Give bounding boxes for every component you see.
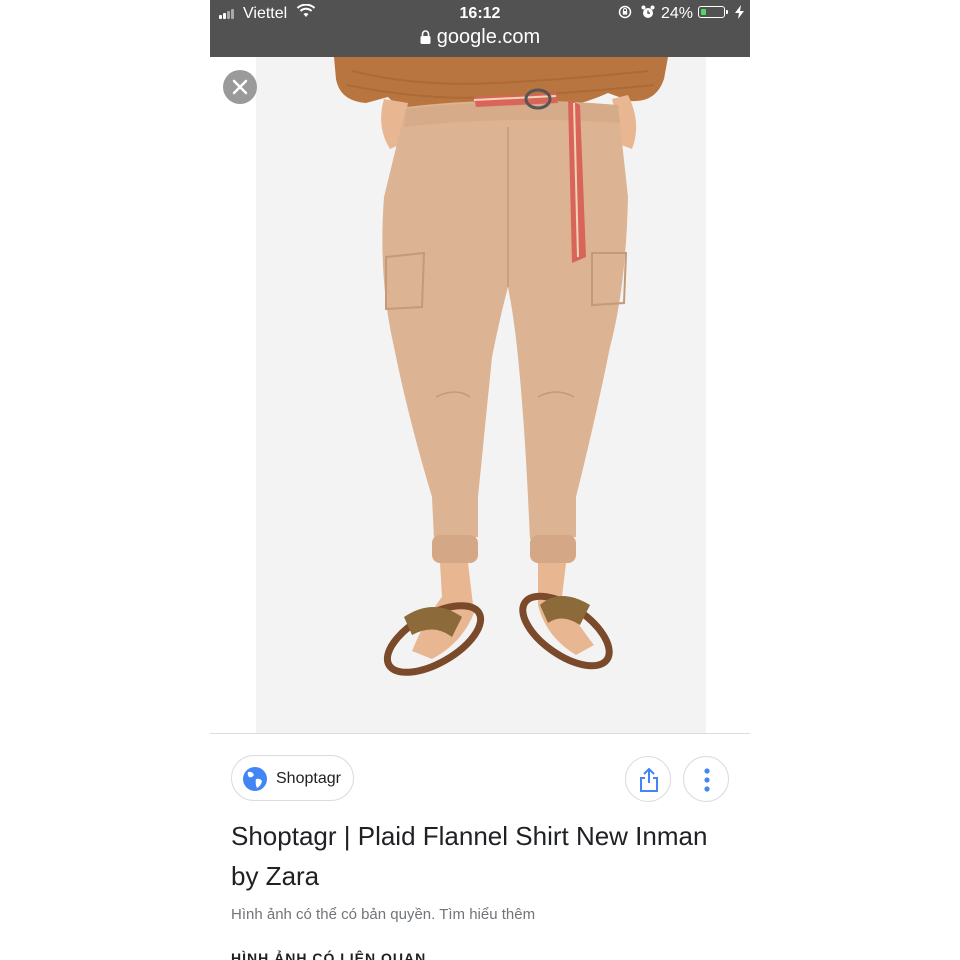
source-name: Shoptagr — [276, 770, 341, 787]
more-vert-icon — [704, 768, 710, 792]
result-title[interactable]: Shoptagr | Plaid Flannel Shirt New Inman… — [231, 816, 731, 896]
lock-icon — [420, 30, 431, 44]
related-images-heading: HÌNH ẢNH CÓ LIÊN QUAN — [231, 950, 427, 960]
more-options-button[interactable] — [683, 756, 729, 802]
phone-screen: Viettel 16:12 24% google.com Shoptagr Sh… — [210, 0, 750, 960]
browser-top-bar: Viettel 16:12 24% google.com — [210, 0, 750, 57]
share-icon — [640, 768, 658, 792]
status-bar: Viettel 16:12 24% — [210, 0, 750, 26]
product-photo[interactable] — [256, 57, 706, 733]
battery-percent: 24% — [661, 5, 694, 22]
rotation-lock-icon — [618, 5, 632, 19]
close-icon — [232, 79, 248, 95]
globe-icon — [243, 767, 267, 791]
alarm-icon — [641, 5, 655, 18]
divider — [210, 733, 750, 734]
source-chip[interactable]: Shoptagr — [231, 755, 354, 801]
copyright-notice[interactable]: Hình ảnh có thể có bản quyền. Tìm hiểu t… — [231, 906, 535, 923]
close-button[interactable] — [223, 70, 257, 104]
battery-icon — [698, 6, 728, 18]
url-text: google.com — [436, 26, 541, 48]
share-button[interactable] — [625, 756, 671, 802]
image-viewer — [210, 57, 750, 733]
charging-icon — [735, 5, 744, 19]
address-bar[interactable]: google.com — [210, 26, 750, 54]
